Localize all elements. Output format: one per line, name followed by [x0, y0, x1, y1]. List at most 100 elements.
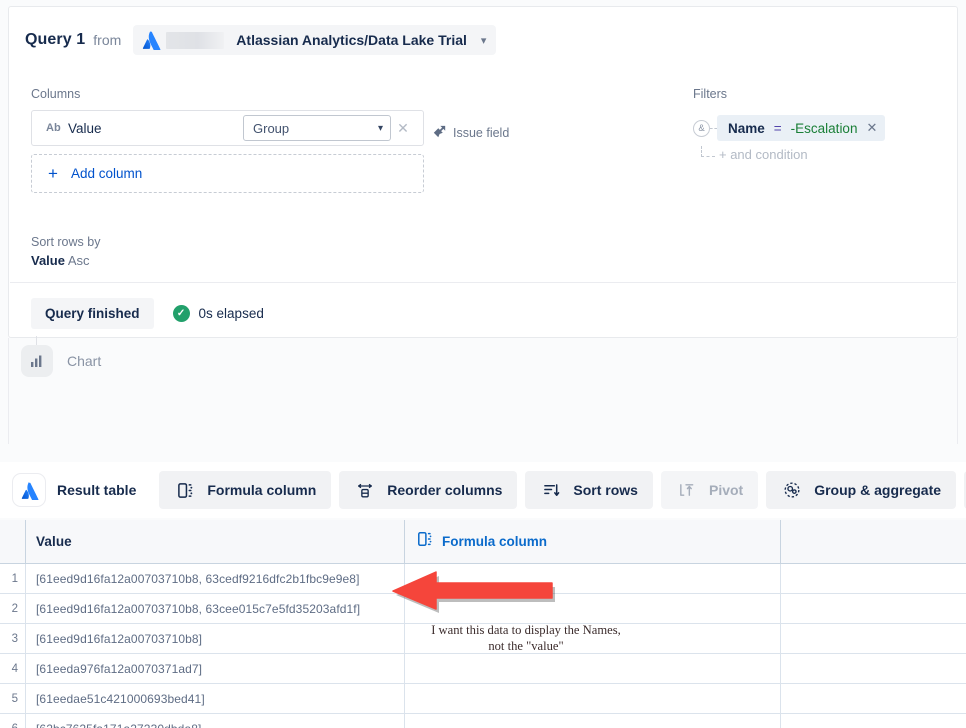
chart-section: Chart — [8, 338, 958, 444]
result-toolbar: Result table Formula column — [0, 462, 966, 518]
aggregation-select[interactable]: Group ▾ — [243, 115, 391, 141]
add-column-label: Add column — [71, 166, 142, 181]
button-reorder-columns[interactable]: Reorder columns — [339, 471, 517, 509]
tab-result-table-label: Result table — [57, 482, 136, 498]
cell-extra — [781, 624, 966, 653]
table-row[interactable]: 1 [61eed9d16fa12a00703710b8, 63cedf9216d… — [0, 564, 966, 594]
column-header-value-label: Value — [36, 534, 72, 549]
chart-tab[interactable]: Chart — [21, 345, 101, 377]
atlassian-logo-icon — [141, 30, 161, 50]
data-source-selector[interactable]: Atlassian Analytics/Data Lake Trial ▾ — [133, 25, 496, 55]
column-header-extra — [781, 520, 966, 563]
cell-formula — [405, 594, 781, 623]
analytics-query-page: Query 1 from Atlassian Analytics/Data La… — [0, 0, 966, 728]
query-title-row: Query 1 from Atlassian Analytics/Data La… — [9, 7, 957, 55]
filters-label: Filters — [693, 87, 953, 101]
aggregation-value: Group — [253, 121, 289, 136]
issue-field-tag: Issue field — [433, 125, 509, 141]
button-formula-column[interactable]: Formula column — [159, 471, 331, 509]
filter-value: -Escalation — [791, 121, 858, 136]
plus-icon: + — [48, 165, 58, 182]
chart-connector-line — [36, 336, 37, 345]
issue-field-label: Issue field — [453, 126, 509, 140]
row-index: 3 — [0, 624, 26, 653]
cell-extra — [781, 654, 966, 683]
remove-filter-button[interactable]: ✕ — [866, 120, 877, 136]
chart-label: Chart — [67, 353, 101, 369]
chevron-down-icon: ▾ — [481, 34, 487, 47]
filter-chip-name[interactable]: Name = -Escalation ✕ — [717, 115, 885, 141]
column-header-formula-label: Formula column — [442, 534, 547, 549]
cell-extra — [781, 564, 966, 593]
columns-label: Columns — [31, 87, 431, 101]
column-item-value[interactable]: Ab Value Group ▾ ✕ — [31, 110, 424, 146]
query-builder-card: Query 1 from Atlassian Analytics/Data La… — [8, 6, 958, 338]
button-formula-column-label: Formula column — [207, 482, 316, 498]
row-index-header — [0, 520, 26, 563]
bar-chart-icon — [21, 345, 53, 377]
row-index: 1 — [0, 564, 26, 593]
row-index: 5 — [0, 684, 26, 713]
cell-value: [61eed9d16fa12a00703710b8, 63cee015c7e5f… — [26, 594, 405, 623]
cell-value: [62bc7625fa171a27230dbda8] — [26, 714, 405, 728]
column-header-formula[interactable]: Formula column — [405, 520, 781, 563]
condition-elbow-line — [701, 146, 715, 157]
remove-column-button[interactable]: ✕ — [391, 120, 415, 137]
query-status-row: Query finished ✓ 0s elapsed — [31, 298, 264, 329]
table-row[interactable]: 6 [62bc7625fa171a27230dbda8] — [0, 714, 966, 728]
row-index: 4 — [0, 654, 26, 683]
card-divider — [10, 282, 956, 283]
filter-row: & Name = -Escalation ✕ — [693, 115, 953, 141]
reorder-columns-icon — [354, 482, 376, 499]
columns-section: Columns Ab Value Group ▾ ✕ + Add column — [31, 87, 431, 193]
issue-field-icon — [433, 125, 446, 141]
chevron-down-icon: ▾ — [378, 123, 383, 134]
add-and-condition-button[interactable]: + and condition — [701, 146, 953, 163]
cell-formula — [405, 684, 781, 713]
pivot-icon — [676, 482, 698, 499]
sort-rows-icon — [540, 482, 562, 499]
table-row[interactable]: 2 [61eed9d16fa12a00703710b8, 63cee015c7e… — [0, 594, 966, 624]
filter-field: Name — [728, 121, 765, 136]
cell-value: [61eed9d16fa12a00703710b8] — [26, 624, 405, 653]
column-header-value[interactable]: Value — [26, 520, 405, 563]
button-group-aggregate[interactable]: Group & aggregate — [766, 471, 956, 509]
group-aggregate-icon — [781, 481, 803, 499]
formula-column-icon — [174, 482, 196, 499]
cell-extra — [781, 714, 966, 728]
sort-field: Value — [31, 253, 65, 268]
cell-formula — [405, 564, 781, 593]
annotation-text-line1: I want this data to display the Names, — [411, 622, 641, 638]
button-sort-rows-label: Sort rows — [573, 482, 638, 498]
query-name: Query 1 — [25, 31, 85, 49]
redacted-source-prefix — [166, 32, 224, 49]
button-pivot-label: Pivot — [709, 482, 743, 498]
button-group-aggregate-label: Group & aggregate — [814, 482, 941, 498]
sort-rows-section[interactable]: Sort rows by Value Asc — [31, 235, 100, 268]
cell-value: [61eed9d16fa12a00703710b8, 63cedf9216dfc… — [26, 564, 405, 593]
filters-section: Filters & Name = -Escalation ✕ + and con… — [693, 87, 953, 163]
row-index: 6 — [0, 714, 26, 728]
row-index: 2 — [0, 594, 26, 623]
text-type-icon: Ab — [46, 122, 68, 134]
cell-value: [61eeda976fa12a0070371ad7] — [26, 654, 405, 683]
column-name: Value — [68, 121, 243, 136]
tab-result-table[interactable]: Result table — [8, 471, 151, 509]
cell-extra — [781, 684, 966, 713]
annotation-text-line2: not the "value" — [411, 638, 641, 654]
table-row[interactable]: 5 [61eedae51c421000693bed41] — [0, 684, 966, 714]
sort-rows-label: Sort rows by — [31, 235, 100, 249]
button-sort-rows[interactable]: Sort rows — [525, 471, 653, 509]
check-circle-icon: ✓ — [173, 305, 190, 322]
query-from-label: from — [93, 32, 121, 48]
add-column-button[interactable]: + Add column — [31, 154, 424, 193]
table-row[interactable]: 4 [61eeda976fa12a0070371ad7] — [0, 654, 966, 684]
filter-operator: = — [774, 121, 782, 136]
query-elapsed: ✓ 0s elapsed — [173, 305, 264, 322]
button-reorder-columns-label: Reorder columns — [387, 482, 502, 498]
add-and-condition-label: + and condition — [719, 147, 808, 162]
annotation-text: I want this data to display the Names, n… — [411, 622, 641, 654]
atlassian-logo-icon — [12, 473, 46, 507]
query-finished-button[interactable]: Query finished — [31, 298, 154, 329]
and-operator-badge[interactable]: & — [693, 120, 710, 137]
